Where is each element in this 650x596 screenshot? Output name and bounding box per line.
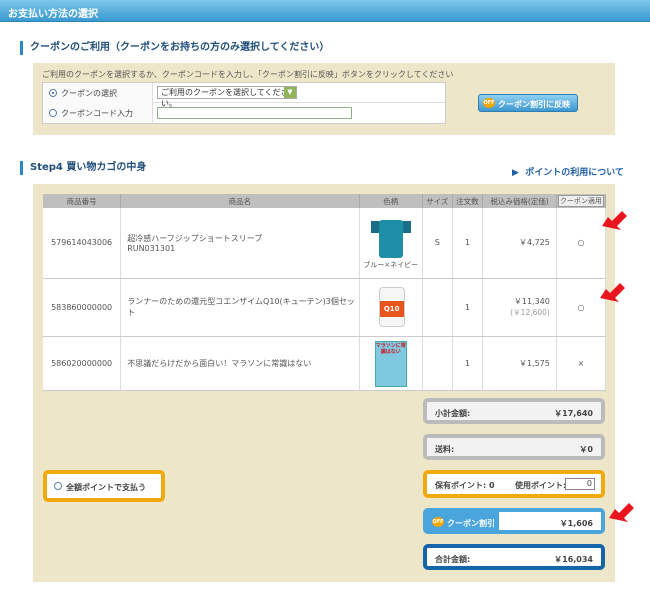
col-coupon: クーポン適用 — [556, 194, 607, 208]
coupon-select-radio[interactable] — [49, 89, 57, 97]
col-number: 商品番号 — [43, 194, 122, 208]
item-name: 不思議だらけだから面白い！マラソンに常識はない — [120, 336, 360, 391]
item-size: S — [422, 208, 453, 279]
pay-all-points-label: 全額ポイントで支払う — [66, 483, 146, 492]
coupon-discount-value: ￥1,606 — [559, 519, 593, 528]
item-color-cell: ブルー×ネイビー — [359, 208, 423, 279]
item-price: ￥1,575 — [518, 358, 550, 368]
item-color: ブルー×ネイビー — [363, 260, 419, 269]
coupon-code-row: クーポンコード入力 — [43, 103, 445, 123]
coupon-select-label: クーポンの選択 — [61, 89, 117, 98]
item-qty: 1 — [452, 278, 484, 337]
item-number: 579614043006 — [43, 208, 122, 279]
item-price-cell: ￥11,340 (￥12,600) — [482, 278, 557, 337]
item-price-cell: ￥4,725 — [482, 208, 557, 279]
item-code: RUN031301 — [127, 243, 176, 253]
table-row: 579614043006 超冷感ハーフジップショートスリーブ RUN031301… — [43, 208, 607, 279]
points-info-link[interactable]: ▶ ポイントの利用について — [512, 165, 624, 178]
coupon-discount-box: OFF クーポン割引 ￥1,606 — [423, 508, 605, 534]
cart-header-row: 商品番号 商品名 色柄 サイズ 注文数 税込み価格(定価) クーポン適用 — [43, 194, 607, 208]
item-name: ランナーのための還元型コエンザイムQ10(キューテン)3個セット — [120, 278, 360, 337]
subtotal-value: ￥17,640 — [554, 409, 593, 418]
item-number: 586020000000 — [43, 336, 122, 391]
col-color: 色柄 — [359, 194, 423, 208]
use-points-input[interactable]: 0 — [565, 478, 595, 490]
coupon-code-label: クーポンコード入力 — [61, 109, 133, 118]
apply-coupon-label: クーポン割引に反映 — [498, 100, 570, 109]
held-points-label: 保有ポイント: 0 — [435, 481, 495, 490]
item-name: 超冷感ハーフジップショートスリーブ — [127, 233, 263, 243]
cart-table: 商品番号 商品名 色柄 サイズ 注文数 税込み価格(定価) クーポン適用 579… — [43, 194, 607, 391]
item-number: 583860000000 — [43, 278, 122, 337]
coupon-select-option[interactable]: クーポンの選択 — [43, 83, 153, 103]
table-row: 586020000000 不思議だらけだから面白い！マラソンに常識はない マラソ… — [43, 336, 607, 391]
book-cover-title: マラソンに常識はない — [375, 343, 406, 355]
pay-all-points-radio[interactable] — [54, 482, 62, 490]
table-row: 583860000000 ランナーのための還元型コエンザイムQ10(キューテン)… — [43, 278, 607, 337]
coupon-dropdown[interactable]: ご利用のクーポンを選択してください。 ▼ — [157, 86, 297, 108]
bottle-image: Q10 — [371, 285, 411, 329]
col-coupon-label: クーポン適用 — [557, 195, 604, 207]
shipping-box: 送料: ￥0 — [423, 434, 605, 460]
total-value: ￥16,034 — [554, 555, 593, 564]
coupon-code-input[interactable] — [157, 107, 352, 119]
coupon-code-radio[interactable] — [49, 109, 57, 117]
pay-all-points-option[interactable]: 全額ポイントで支払う — [43, 470, 165, 502]
points-info-label: ポイントの利用について — [525, 168, 624, 178]
use-points-label: 使用ポイント: — [515, 481, 567, 490]
shipping-value: ￥0 — [579, 445, 593, 454]
item-size — [422, 278, 453, 337]
off-badge-icon: OFF — [483, 98, 495, 108]
shipping-label: 送料: — [435, 445, 455, 454]
item-list-price: (￥12,600) — [510, 308, 550, 317]
item-color-cell: マラソンに常識はない — [359, 336, 423, 391]
chevron-down-icon[interactable]: ▼ — [284, 87, 296, 98]
off-badge-icon: OFF — [432, 517, 444, 527]
col-qty: 注文数 — [452, 194, 484, 208]
points-box: 保有ポイント: 0 使用ポイント: 0 — [423, 470, 605, 498]
coupon-discount-label: クーポン割引 — [447, 519, 495, 528]
item-size — [422, 336, 453, 391]
item-price: ￥4,725 — [518, 238, 550, 248]
subtotal-box: 小計金額: ￥17,640 — [423, 398, 605, 424]
page-header: お支払い方法の選択 — [0, 0, 650, 22]
triangle-right-icon: ▶ — [512, 168, 519, 178]
red-arrow-icon — [609, 503, 634, 522]
bottle-label: Q10 — [379, 301, 404, 317]
book-image: マラソンに常識はない — [371, 341, 411, 387]
item-qty: 1 — [452, 208, 484, 279]
item-price: ￥11,340 — [513, 297, 550, 306]
shirt-image — [370, 216, 411, 260]
coupon-code-option[interactable]: クーポンコード入力 — [43, 103, 153, 123]
col-name: 商品名 — [120, 194, 360, 208]
subtotal-label: 小計金額: — [435, 409, 471, 418]
col-size: サイズ — [422, 194, 453, 208]
page-title: お支払い方法の選択 — [8, 9, 98, 20]
coupon-instruction: ご利用のクーポンを選択するか、クーポンコードを入力し、「クーポン割引に反映」ボタ… — [42, 70, 454, 79]
total-label: 合計金額: — [435, 555, 471, 564]
coupon-form: クーポンの選択 ご利用のクーポンを選択してください。 ▼ クーポンコード入力 — [42, 82, 446, 124]
col-price: 税込み価格(定価) — [482, 194, 557, 208]
item-coupon: × — [556, 336, 607, 391]
apply-coupon-button[interactable]: OFF クーポン割引に反映 — [478, 94, 578, 112]
item-qty: 1 — [452, 336, 484, 391]
total-box: 合計金額: ￥16,034 — [423, 544, 605, 570]
item-coupon: ○ — [556, 208, 607, 279]
item-price-cell: ￥1,575 — [482, 336, 557, 391]
coupon-section-title: クーポンのご利用（クーポンをお持ちの方のみ選択してください） — [20, 41, 329, 55]
red-arrow-icon — [602, 211, 627, 230]
red-arrow-icon — [600, 283, 625, 302]
item-name-cell: 超冷感ハーフジップショートスリーブ RUN031301 — [120, 208, 360, 279]
item-color-cell: Q10 — [359, 278, 423, 337]
cart-section-title: Step4 買い物カゴの中身 — [20, 161, 146, 175]
coupon-select-row: クーポンの選択 ご利用のクーポンを選択してください。 ▼ — [43, 83, 445, 108]
